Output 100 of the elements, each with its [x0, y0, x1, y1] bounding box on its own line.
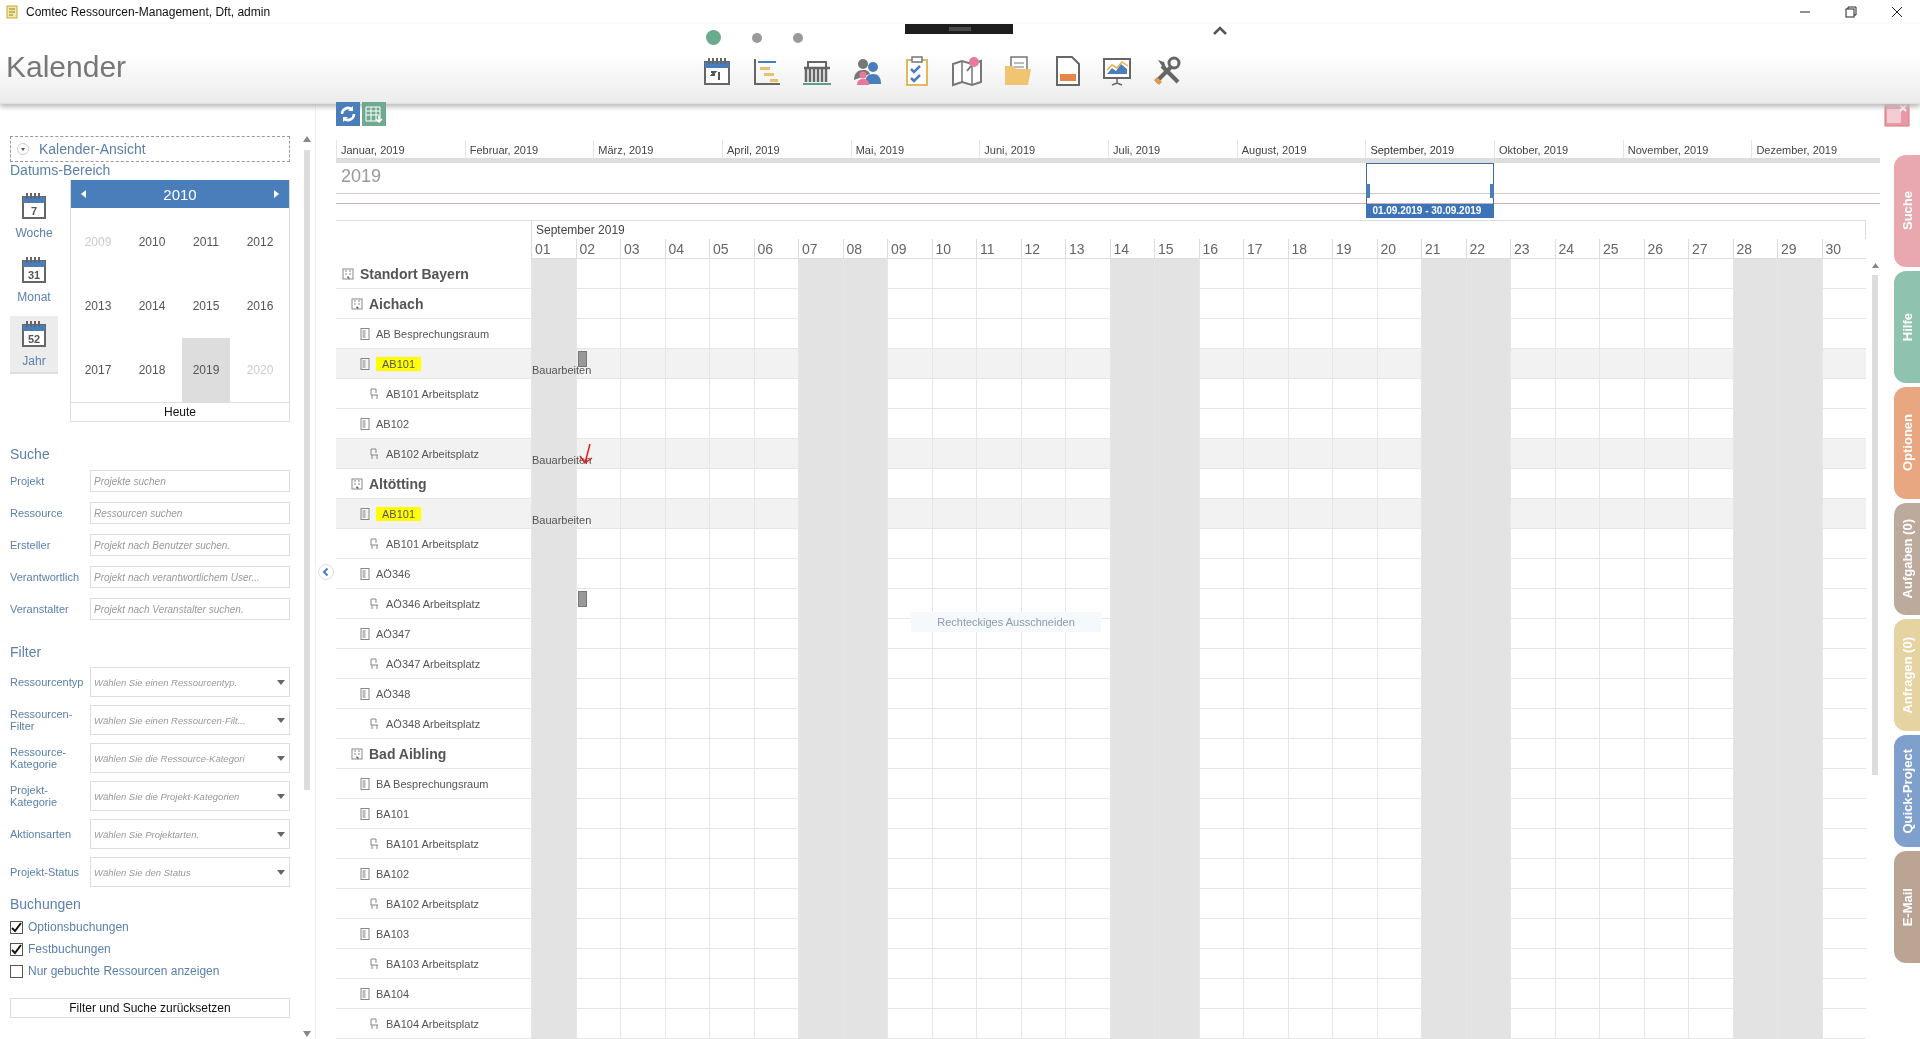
booking-marker[interactable] — [577, 351, 587, 367]
resource-name[interactable]: BA104 Arbeitsplatz — [386, 1018, 479, 1030]
field-label: Ressourcentyp — [10, 676, 85, 688]
view-button[interactable]: 31 Monat — [10, 252, 58, 308]
day-header: 02 — [575, 239, 620, 259]
month-label[interactable]: April, 2019 — [723, 144, 780, 156]
checkbox-label[interactable]: Nur gebuchte Ressourcen anzeigen — [28, 964, 220, 978]
day-header: 17 — [1243, 239, 1288, 259]
resource-name[interactable]: BA101 Arbeitsplatz — [386, 838, 479, 850]
year-option[interactable]: 2012 — [233, 210, 287, 274]
year-option[interactable]: 2010 — [125, 210, 179, 274]
drag-handle-icon[interactable] — [905, 24, 1013, 34]
year-option[interactable]: 2014 — [125, 274, 179, 338]
booking-label[interactable]: Bauarbeiten — [532, 364, 592, 376]
scroll-up-icon[interactable] — [303, 136, 311, 142]
year-option[interactable]: 2016 — [233, 274, 287, 338]
month-label[interactable]: Oktober, 2019 — [1495, 144, 1569, 156]
year-option[interactable]: 2019 — [182, 338, 230, 402]
resource-name[interactable]: BA101 — [376, 808, 410, 820]
scroll-up-icon[interactable] — [1872, 263, 1879, 268]
scrollbar-thumb[interactable] — [1872, 275, 1878, 775]
year-option[interactable]: 2018 — [125, 338, 179, 402]
search-field[interactable]: Projekt nach Veranstalter suchen. — [90, 598, 290, 620]
previous-arrow-icon[interactable] — [81, 190, 86, 198]
resource-name[interactable]: AB102 Arbeitsplatz — [386, 448, 479, 460]
search-field[interactable]: Projekte suchen — [90, 470, 290, 492]
resource-name[interactable]: AB101 — [376, 507, 422, 521]
year-option[interactable]: 2015 — [179, 274, 233, 338]
resource-name[interactable]: AÖ346 — [376, 568, 411, 580]
page-dot[interactable] — [752, 32, 762, 43]
resource-name[interactable]: BA102 — [376, 868, 410, 880]
checkbox[interactable] — [10, 920, 23, 934]
checkbox[interactable] — [10, 942, 23, 956]
resource-name[interactable]: AÖ348 Arbeitsplatz — [386, 718, 481, 730]
door-icon — [360, 868, 370, 880]
resource-name[interactable]: AB101 Arbeitsplatz — [386, 388, 479, 400]
chair-icon — [369, 958, 380, 970]
scroll-down-icon[interactable] — [303, 1031, 311, 1037]
resource-name[interactable]: BA102 Arbeitsplatz — [386, 898, 479, 910]
month-label[interactable]: Mai, 2019 — [851, 144, 904, 156]
resource-name[interactable]: BA Besprechungsraum — [376, 778, 489, 790]
day-header: 09 — [887, 239, 932, 259]
search-field[interactable]: Ressourcen suchen — [90, 502, 290, 524]
resource-name[interactable]: AÖ346 Arbeitsplatz — [386, 598, 481, 610]
month-label[interactable]: Dezember, 2019 — [1752, 144, 1838, 156]
checkbox-label[interactable]: Festbuchungen — [28, 942, 111, 956]
view-button[interactable]: 7 Woche — [10, 188, 58, 244]
today-button[interactable]: Heute — [71, 402, 289, 421]
refresh-icon[interactable] — [336, 102, 360, 126]
month-label[interactable]: Januar, 2019 — [337, 144, 405, 156]
resource-name[interactable]: AB Besprechungsraum — [376, 328, 490, 340]
resource-name[interactable]: AÖ347 — [376, 628, 411, 640]
resource-name[interactable]: BA103 Arbeitsplatz — [386, 958, 479, 970]
month-label[interactable]: Juli, 2019 — [1109, 144, 1161, 156]
month-label[interactable]: September, 2019 — [1366, 144, 1455, 156]
resource-name[interactable]: Bad Aibling — [369, 746, 447, 762]
table-download-icon[interactable] — [362, 102, 386, 126]
view-button[interactable]: 52 Jahr — [10, 316, 58, 374]
close-panel-icon[interactable] — [1884, 101, 1910, 127]
page-dot[interactable] — [706, 30, 721, 45]
resource-name[interactable]: BA104 — [376, 988, 410, 1000]
map-pin-icon[interactable] — [950, 54, 984, 88]
resource-name[interactable]: AÖ348 — [376, 688, 411, 700]
next-arrow-icon[interactable] — [274, 190, 279, 198]
building-icon — [351, 298, 363, 310]
resource-name[interactable]: BA103 — [376, 928, 410, 940]
resource-name[interactable]: Standort Bayern — [360, 266, 469, 282]
checkbox-label[interactable]: Optionsbuchungen — [28, 920, 129, 934]
month-label[interactable]: Juni, 2019 — [980, 144, 1036, 156]
field-label: Veranstalter — [10, 603, 70, 615]
collapse-caret-icon[interactable] — [1212, 26, 1228, 36]
section-toggle[interactable]: Kalender-Ansicht — [10, 136, 290, 162]
resource-name[interactable]: AB101 — [376, 357, 422, 371]
window-title: Comtec Ressourcen-Management, Dft, admin — [26, 5, 271, 19]
day-header: 27 — [1688, 239, 1733, 259]
year-option[interactable]: 2013 — [71, 274, 125, 338]
month-label[interactable]: Februar, 2019 — [465, 144, 539, 156]
page-dot[interactable] — [793, 32, 803, 43]
chair-icon — [369, 388, 380, 400]
resource-name[interactable]: Altötting — [369, 476, 427, 492]
field-label: Projekt — [10, 475, 46, 487]
booking-label[interactable]: Bauarbeiten — [532, 514, 592, 526]
month-label[interactable]: August, 2019 — [1237, 144, 1307, 156]
year-option[interactable]: 2011 — [179, 210, 233, 274]
checkbox[interactable] — [10, 964, 23, 978]
resource-name[interactable]: AB102 — [376, 418, 410, 430]
resource-name[interactable]: Aichach — [369, 296, 424, 312]
month-label[interactable]: November, 2019 — [1623, 144, 1709, 156]
search-field[interactable]: Projekt nach verantwortlichem User... — [90, 566, 290, 588]
booking-marker[interactable] — [577, 591, 587, 607]
year-option[interactable]: 2017 — [71, 338, 125, 402]
resource-name[interactable]: AB101 Arbeitsplatz — [386, 538, 479, 550]
scrollbar-thumb[interactable] — [304, 150, 310, 790]
resource-name[interactable]: AÖ347 Arbeitsplatz — [386, 658, 481, 670]
search-field[interactable]: Projekt nach Benutzer suchen. — [90, 534, 290, 556]
day-header: 24 — [1554, 239, 1599, 259]
month-label[interactable]: März, 2019 — [594, 144, 654, 156]
year-range-heading[interactable]: 2010 — [163, 185, 197, 203]
reset-button[interactable]: Filter und Suche zurücksetzen — [10, 998, 290, 1018]
day-header: 05 — [709, 239, 754, 259]
